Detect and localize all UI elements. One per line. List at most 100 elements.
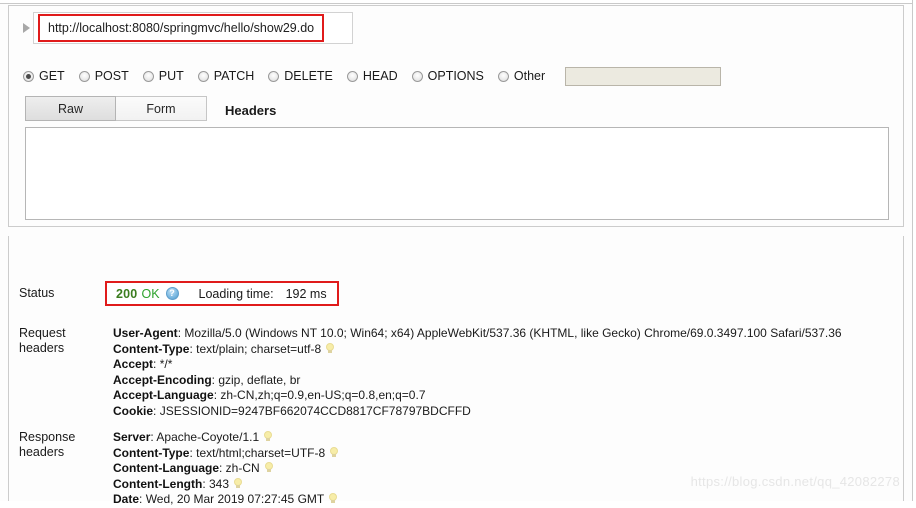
method-radio-get[interactable]: GET (23, 69, 65, 83)
url-highlight-box: http://localhost:8080/springmvc/hello/sh… (38, 14, 325, 42)
status-code: 200 (116, 286, 138, 301)
method-radio-patch[interactable]: PATCH (197, 69, 255, 83)
header-name: User-Agent (113, 326, 178, 340)
header-name: Accept-Language (113, 388, 214, 403)
request-headers-label: Request headers (9, 326, 105, 420)
radio-indicator-delete[interactable] (268, 70, 280, 82)
radio-indicator-post[interactable] (78, 70, 90, 82)
status-label: Status (19, 286, 55, 300)
header-name: Content-Type (113, 341, 190, 356)
lightbulb-icon[interactable] (326, 342, 335, 354)
header-line: Server: Apache-Coyote/1.1 (113, 430, 338, 446)
radio-indicator-options[interactable] (411, 70, 423, 82)
request-panel: http://localhost:8080/springmvc/hello/sh… (8, 5, 904, 227)
header-value: Apache-Coyote/1.1 (156, 430, 260, 444)
question-mark-icon[interactable]: ? (165, 287, 179, 300)
header-name: Accept-Encoding (113, 372, 212, 387)
method-radio-put[interactable]: PUT (142, 69, 184, 83)
method-label-delete: DELETE (284, 69, 333, 83)
url-row: http://localhost:8080/springmvc/hello/sh… (15, 13, 325, 43)
header-value: text/plain; charset=utf-8 (196, 341, 322, 356)
header-line: User-Agent: Mozilla/5.0 (Windows NT 10.0… (113, 326, 842, 342)
header-name: Content-Length (113, 476, 203, 491)
request-headers-list: User-Agent: Mozilla/5.0 (Windows NT 10.0… (105, 326, 842, 420)
header-line: Date: Wed, 20 Mar 2019 07:27:45 GMT (113, 492, 338, 508)
method-radio-head[interactable]: HEAD (346, 69, 398, 83)
method-label-put: PUT (158, 69, 184, 83)
header-value: zh-CN,zh;q=0.9,en-US;q=0.8,en;q=0.7 (220, 388, 426, 403)
response-headers-label-line2: headers (19, 445, 65, 459)
header-colon: : (153, 357, 160, 372)
header-value: zh-CN (225, 461, 260, 476)
header-value: JSESSIONID=9247BF662074CCD8817CF78797BDC… (159, 403, 471, 418)
header-value: gzip, deflate, br (218, 372, 301, 387)
restclient-window: http://localhost:8080/springmvc/hello/sh… (0, 0, 916, 506)
radio-indicator-head[interactable] (346, 70, 358, 82)
watermark: https://blog.csdn.net/qq_42082278 (690, 474, 900, 489)
header-line: Accept-Language: zh-CN,zh;q=0.9,en-US;q=… (113, 388, 842, 404)
header-name: Content-Type (113, 445, 190, 460)
triangle-right-icon[interactable] (23, 23, 30, 33)
header-colon: : (219, 461, 226, 476)
method-label-other: Other (513, 69, 546, 83)
other-method-input[interactable] (565, 66, 722, 86)
loading-time-label: Loading time: (198, 286, 274, 301)
request-headers-label-line2: headers (19, 341, 65, 355)
method-label-patch: PATCH (213, 69, 255, 83)
header-name: Content-Language (113, 461, 219, 476)
lightbulb-icon[interactable] (264, 462, 273, 473)
window-top-edge (0, 0, 916, 4)
request-headers-row: Request headers User-Agent: Mozilla/5.0 … (9, 326, 842, 420)
http-method-radio-group: GET POST PUT PATCH DELETE HEAD OPTIONS O… (23, 63, 722, 89)
lightbulb-icon[interactable] (264, 431, 273, 442)
header-name: Accept (113, 357, 154, 372)
request-body-input[interactable] (25, 127, 889, 220)
radio-indicator-get[interactable] (23, 70, 34, 82)
header-line: Accept: */* (113, 357, 842, 373)
method-radio-post[interactable]: POST (78, 69, 129, 83)
method-label-head: HEAD (362, 69, 398, 83)
header-line: Content-Language: zh-CN (113, 461, 338, 477)
header-colon: : (139, 492, 146, 507)
lightbulb-icon[interactable] (234, 477, 243, 489)
header-line: Content-Type: text/plain; charset=utf-8 (113, 342, 842, 358)
header-value: 343 (208, 476, 230, 491)
method-label-get: GET (39, 69, 65, 83)
header-value: Wed, 20 Mar 2019 07:27:45 GMT (145, 492, 325, 507)
header-colon: : (153, 403, 160, 418)
method-radio-options[interactable]: OPTIONS (411, 69, 484, 83)
header-value: Mozilla/5.0 (Windows NT 10.0; Win64; x64… (184, 326, 842, 340)
response-panel: Status 200 OK ? Loading time: 192 ms Req… (8, 236, 904, 506)
header-value: text/html;charset=UTF-8 (196, 445, 326, 460)
header-line: Accept-Encoding: gzip, deflate, br (113, 373, 842, 389)
header-line: Content-Type: text/html;charset=UTF-8 (113, 445, 339, 462)
radio-indicator-patch[interactable] (197, 70, 209, 82)
tab-raw[interactable]: Raw (25, 96, 116, 121)
response-headers-label-line1: Response (19, 430, 76, 444)
header-name: Date (113, 492, 140, 507)
method-label-post: POST (94, 69, 129, 83)
tab-form[interactable]: Form (116, 96, 207, 121)
url-input[interactable]: http://localhost:8080/springmvc/hello/sh… (48, 21, 314, 35)
response-headers-label: Response headers (9, 430, 105, 508)
header-name: Server (113, 430, 151, 444)
method-radio-delete[interactable]: DELETE (268, 69, 333, 83)
request-headers-label-line1: Request (19, 326, 66, 340)
lightbulb-icon[interactable] (329, 493, 338, 504)
header-line: Content-Length: 343 (113, 477, 338, 493)
header-value: */* (159, 357, 173, 372)
status-highlight-box: 200 OK ? Loading time: 192 ms (105, 281, 339, 306)
response-headers-row: Response headers Server: Apache-Coyote/1… (9, 430, 339, 508)
header-colon: : (202, 476, 209, 491)
header-name: Cookie (113, 403, 154, 418)
status-row: Status 200 OK ? Loading time: 192 ms (9, 281, 339, 306)
method-radio-other[interactable]: Other (497, 69, 546, 83)
window-right-edge (912, 0, 916, 501)
status-text: OK (141, 286, 160, 301)
response-headers-list: Server: Apache-Coyote/1.1 Content-Type: … (105, 430, 339, 508)
header-line: Cookie: JSESSIONID=9247BF662074CCD8817CF… (113, 404, 842, 420)
radio-indicator-put[interactable] (142, 70, 154, 82)
lightbulb-icon[interactable] (330, 446, 339, 458)
radio-indicator-other[interactable] (497, 70, 509, 82)
loading-time-value: 192 ms (285, 286, 327, 301)
